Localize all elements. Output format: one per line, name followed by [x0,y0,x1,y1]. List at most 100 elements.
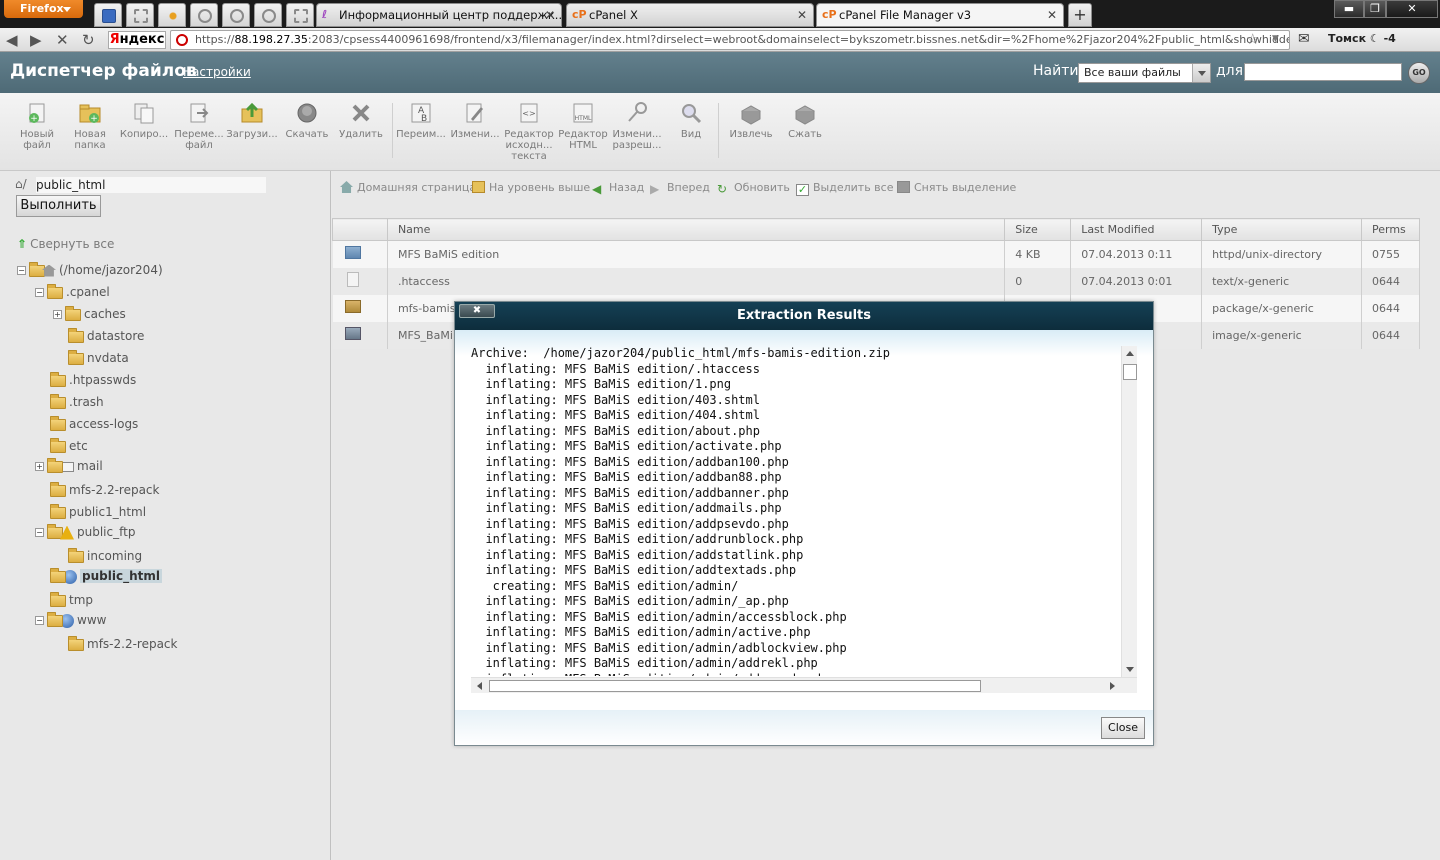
name-column-header[interactable]: Name [386,218,1006,241]
compress-button[interactable]: Сжать [778,101,832,140]
app-tab-4[interactable] [190,3,218,27]
forward-arrow-icon[interactable]: ▶ [30,30,42,50]
tree-item-nvdata[interactable]: nvdata [68,349,129,366]
collapse-toggle-icon[interactable]: − [35,288,44,297]
tree-item-datastore[interactable]: datastore [68,327,144,344]
browser-tab-support[interactable]: ℓ Информационный центр поддержк... ✕ [316,3,562,27]
view-button[interactable]: Вид [664,101,718,140]
tree-item-access-logs[interactable]: access-logs [50,415,138,432]
modified-column-header[interactable]: Last Modified [1070,218,1203,241]
expand-toggle-icon[interactable]: + [35,462,44,471]
table-row[interactable]: MFS BaMiS edition 4 KB 07.04.2013 0:11 h… [332,240,1421,268]
scroll-right-icon[interactable] [1110,682,1115,690]
tree-item-public1-html[interactable]: public1_html [50,503,146,520]
app-tab-2[interactable] [126,3,154,27]
upload-button[interactable]: Загрузи... [225,101,279,140]
reload-icon[interactable]: ↻ [82,30,95,50]
delete-button[interactable]: Удалить [334,101,388,140]
size-column-header[interactable]: Size [1004,218,1072,241]
weather-widget[interactable]: Томск ☾ -4 [1328,32,1396,45]
tree-item-public-ftp[interactable]: − public_ftp [35,523,135,540]
scroll-thumb[interactable] [1123,364,1137,380]
vertical-scrollbar[interactable] [1121,346,1137,677]
yandex-search-button[interactable]: Яндекс [108,31,166,49]
tree-item-cpanel[interactable]: − .cpanel [35,283,110,300]
collapse-toggle-icon[interactable]: − [17,266,26,275]
maximize-window-button[interactable]: ❐ [1364,0,1386,18]
app-tab-6[interactable] [254,3,282,27]
tree-item-caches[interactable]: + caches [53,305,126,322]
app-tab-1[interactable] [94,3,122,27]
collapse-toggle-icon[interactable]: − [35,528,44,537]
move-button[interactable]: Переме... файл [172,101,226,151]
scroll-left-icon[interactable] [477,682,482,690]
collapse-toggle-icon[interactable]: − [35,616,44,625]
path-input[interactable]: public_html [36,177,266,193]
app-tab-5[interactable] [222,3,250,27]
minimize-window-button[interactable]: ▬ [1334,0,1364,18]
collapse-all-link[interactable]: ⇑ Свернуть все [17,237,114,251]
stop-icon[interactable]: ✕ [56,30,69,50]
tree-item-tmp[interactable]: tmp [50,591,93,608]
tree-item-public-html[interactable]: public_html [50,567,162,584]
edit-button[interactable]: Измени... [448,101,502,140]
tree-item-home[interactable]: − (/home/jazor204) [17,261,163,278]
dialog-close-icon[interactable]: ✖ [459,304,495,318]
perms-column-header[interactable]: Perms [1360,218,1421,241]
scroll-thumb[interactable] [489,680,981,692]
type-column-header[interactable]: Type [1201,218,1362,241]
extract-button[interactable]: Извлечь [724,101,778,140]
bookmark-star-icon[interactable]: ☆ [1246,30,1259,48]
new-file-button[interactable]: + Новый файл [10,101,64,151]
permissions-button[interactable]: Измени... разреш... [610,101,664,151]
browser-tab-cpanel[interactable]: cP cPanel X ✕ [566,3,814,27]
tree-item-mail[interactable]: + mail [35,457,103,474]
file-name[interactable]: .htaccess [387,267,1006,295]
rename-button[interactable]: AB Переим... [394,101,448,140]
new-tab-button[interactable]: + [1068,3,1092,27]
back-arrow-icon[interactable]: ◀ [6,30,18,50]
tree-item-incoming[interactable]: incoming [68,547,142,564]
url-dropdown-icon[interactable]: ▼ [1272,34,1279,44]
copy-button[interactable]: Копиро... [117,101,171,140]
code-editor-button[interactable]: <> Редактор исходн... текста [502,101,556,162]
app-tab-3[interactable] [158,3,186,27]
refresh-link[interactable]: ↻ Обновить [717,181,790,195]
select-all-link[interactable]: ✓ Выделить все [796,181,893,196]
tree-item-trash[interactable]: .trash [50,393,104,410]
firefox-menu-button[interactable]: Firefox [4,0,83,18]
go-path-button[interactable]: Выполнить [16,195,101,217]
close-icon[interactable]: ✕ [545,4,555,26]
table-row[interactable]: .htaccess 0 07.04.2013 0:01 text/x-gener… [332,267,1421,295]
expand-toggle-icon[interactable]: + [53,310,62,319]
home-link[interactable]: Домашняя страница [340,181,476,194]
tree-item-etc[interactable]: etc [50,437,88,454]
new-folder-button[interactable]: + Новая папка [63,101,117,151]
html-editor-button[interactable]: HTML Редактор HTML [556,101,610,151]
search-scope-select[interactable]: Все ваши файлы [1078,63,1211,83]
close-icon[interactable]: ✕ [797,4,807,26]
close-icon[interactable]: ✕ [1047,4,1057,26]
close-window-button[interactable]: ✕ [1386,0,1438,18]
url-bar[interactable]: https://88.198.27.35:2083/cpsess44009616… [170,30,1290,50]
back-link[interactable]: ◀ Назад [592,181,644,195]
browser-tab-file-manager[interactable]: cP cPanel File Manager v3 ✕ [816,3,1064,27]
download-button[interactable]: Скачать [280,101,334,140]
tree-item-mfs-repack[interactable]: mfs-2.2-repack [50,481,159,498]
site-identity-icon[interactable] [176,34,188,46]
search-go-button[interactable]: GO [1408,62,1430,84]
deselect-link[interactable]: Снять выделение [897,181,1016,194]
scroll-up-icon[interactable] [1126,351,1134,356]
search-input[interactable] [1244,63,1402,81]
app-tab-7[interactable] [286,3,314,27]
horizontal-scrollbar[interactable] [471,677,1137,693]
scroll-down-icon[interactable] [1126,667,1134,672]
close-button[interactable]: Close [1101,717,1145,739]
settings-link[interactable]: Настройки [183,65,251,79]
tree-item-www-mfs-repack[interactable]: mfs-2.2-repack [68,635,177,652]
up-level-link[interactable]: На уровень выше [472,181,590,194]
file-name[interactable]: MFS BaMiS edition [387,240,1006,268]
tree-item-htpasswds[interactable]: .htpasswds [50,371,136,388]
tree-item-www[interactable]: − www [35,611,106,628]
mail-icon[interactable]: ✉ [1298,31,1310,47]
